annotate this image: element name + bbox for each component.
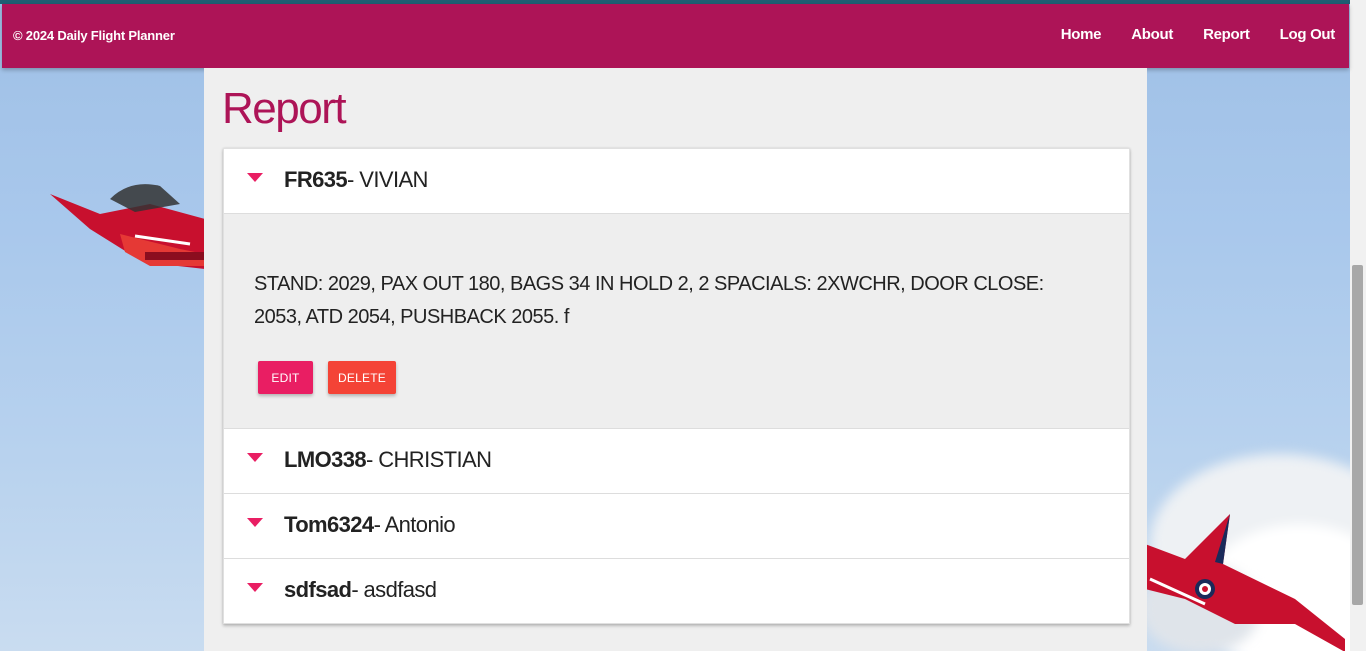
flight-code: FR635 bbox=[284, 167, 348, 192]
main-container: Report FR635- VIVIAN STAND: 2029, PAX OU… bbox=[204, 68, 1147, 651]
nav-link-about[interactable]: About bbox=[1131, 26, 1173, 43]
nav-links: Home About Report Log Out bbox=[1061, 26, 1336, 43]
report-title: LMO338- CHRISTIAN bbox=[284, 447, 492, 473]
brand-text: © 2024 Daily Flight Planner bbox=[13, 28, 175, 43]
page-title: Report bbox=[222, 84, 347, 133]
edit-button[interactable]: EDIT bbox=[258, 361, 313, 394]
report-header-sdfsad[interactable]: sdfsad- asdfasd bbox=[224, 559, 1129, 623]
flight-code: LMO338 bbox=[284, 447, 367, 472]
caret-down-icon bbox=[247, 453, 263, 462]
caret-down-icon bbox=[247, 173, 263, 182]
report-header-fr635[interactable]: FR635- VIVIAN bbox=[224, 149, 1129, 214]
delete-button[interactable]: DELETE bbox=[328, 361, 396, 394]
report-person: - CHRISTIAN bbox=[365, 447, 492, 472]
jet-right-image bbox=[1145, 514, 1345, 651]
report-person: - Antonio bbox=[373, 512, 456, 537]
report-title: Tom6324- Antonio bbox=[284, 512, 456, 538]
report-title: FR635- VIVIAN bbox=[284, 167, 428, 193]
report-details: STAND: 2029, PAX OUT 180, BAGS 34 IN HOL… bbox=[254, 273, 1044, 328]
report-header-tom6324[interactable]: Tom6324- Antonio bbox=[224, 494, 1129, 559]
nav-link-home[interactable]: Home bbox=[1061, 26, 1102, 43]
nav-link-report[interactable]: Report bbox=[1203, 26, 1250, 43]
caret-down-icon bbox=[247, 583, 263, 592]
report-body-fr635: STAND: 2029, PAX OUT 180, BAGS 34 IN HOL… bbox=[224, 214, 1129, 429]
flight-code: sdfsad bbox=[284, 577, 352, 602]
caret-down-icon bbox=[247, 518, 263, 527]
nav-link-logout[interactable]: Log Out bbox=[1280, 26, 1336, 43]
report-list: FR635- VIVIAN STAND: 2029, PAX OUT 180, … bbox=[223, 148, 1130, 624]
navbar: © 2024 Daily Flight Planner Home About R… bbox=[2, 4, 1349, 68]
scrollbar-thumb[interactable] bbox=[1352, 265, 1363, 605]
report-header-lmo338[interactable]: LMO338- CHRISTIAN bbox=[224, 429, 1129, 494]
report-person: - asdfasd bbox=[351, 577, 437, 602]
report-title: sdfsad- asdfasd bbox=[284, 577, 437, 603]
report-person: - VIVIAN bbox=[347, 167, 428, 192]
flight-code: Tom6324 bbox=[284, 512, 374, 537]
jet-left-image bbox=[50, 184, 205, 269]
